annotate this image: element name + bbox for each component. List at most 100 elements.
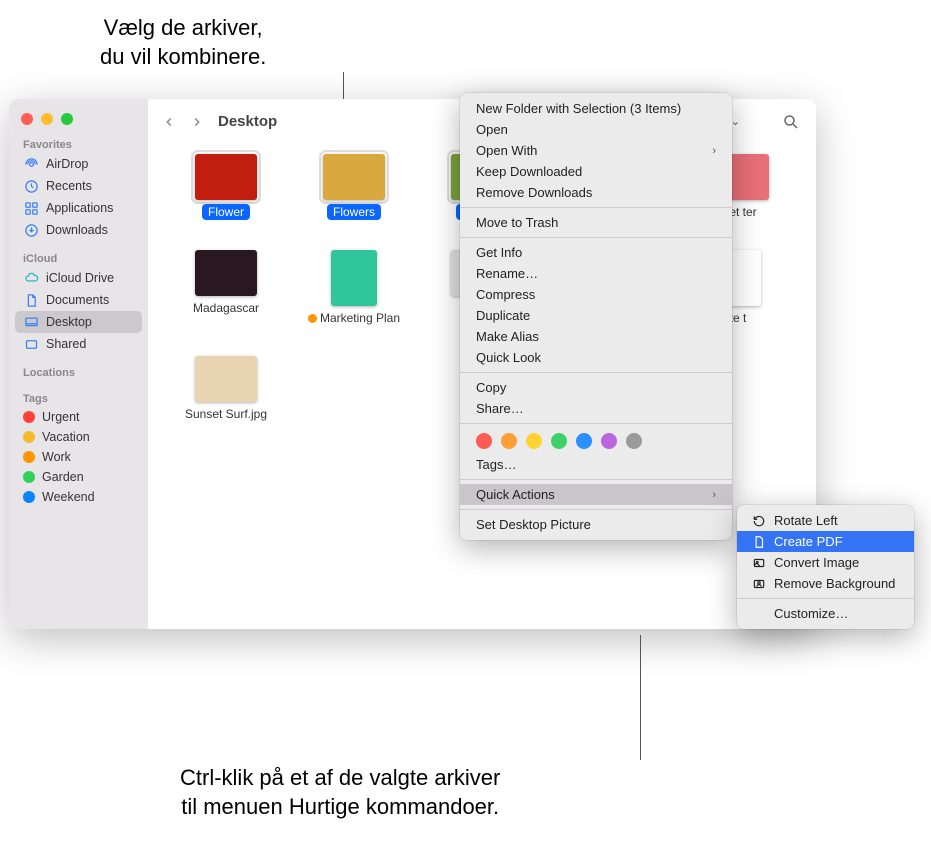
menu-label: Rename… (476, 266, 538, 281)
submenu-item-remove-background[interactable]: Remove Background (737, 573, 914, 594)
rotate-icon (751, 513, 766, 528)
zoom-button[interactable] (61, 113, 73, 125)
chevron-down-icon: ⌄ (731, 115, 740, 128)
sidebar-tag-weekend[interactable]: Weekend (9, 487, 148, 507)
file-item[interactable]: Flower (162, 154, 290, 220)
tag-color-green[interactable] (551, 433, 567, 449)
menu-item-copy[interactable]: Copy (460, 377, 732, 398)
sidebar-item-desktop[interactable]: Desktop (15, 311, 142, 333)
menu-divider (460, 207, 732, 208)
tag-dot-icon (23, 471, 35, 483)
menu-item-get-info[interactable]: Get Info (460, 242, 732, 263)
menu-item-remove-downloads[interactable]: Remove Downloads (460, 182, 732, 203)
sidebar-label: Applications (46, 201, 113, 215)
menu-divider (460, 372, 732, 373)
submenu-item-customize[interactable]: Customize… (737, 603, 914, 624)
sidebar-label: Documents (46, 293, 109, 307)
tag-color-red[interactable] (476, 433, 492, 449)
callout-bottom-text: Ctrl-klik på et af de valgte arkiver til… (180, 765, 500, 819)
sidebar-label: Vacation (42, 430, 90, 444)
menu-item-share[interactable]: Share… (460, 398, 732, 419)
menu-item-rename[interactable]: Rename… (460, 263, 732, 284)
close-button[interactable] (21, 113, 33, 125)
sidebar-tag-garden[interactable]: Garden (9, 467, 148, 487)
search-button[interactable] (776, 109, 806, 135)
shared-icon (23, 336, 39, 352)
sidebar-item-airdrop[interactable]: AirDrop (9, 153, 148, 175)
menu-divider (460, 423, 732, 424)
tag-color-purple[interactable] (601, 433, 617, 449)
sidebar-tag-vacation[interactable]: Vacation (9, 427, 148, 447)
sidebar-tag-work[interactable]: Work (9, 447, 148, 467)
callout-line-bottom (640, 635, 641, 760)
menu-item-trash[interactable]: Move to Trash (460, 212, 732, 233)
file-item[interactable]: Madagascar (162, 250, 290, 326)
removebg-icon (751, 576, 766, 591)
quick-actions-submenu: Rotate Left Create PDF Convert Image Rem… (737, 505, 914, 629)
menu-label: Open With (476, 143, 537, 158)
file-item[interactable]: Flowers (290, 154, 418, 220)
sidebar-item-applications[interactable]: Applications (9, 197, 148, 219)
tag-color-row (460, 428, 732, 454)
locations-title: Locations (9, 363, 148, 381)
menu-item-open-with[interactable]: Open With› (460, 140, 732, 161)
menu-item-new-folder[interactable]: New Folder with Selection (3 Items) (460, 98, 732, 119)
file-thumbnail (323, 154, 385, 200)
file-label: Madagascar (187, 300, 265, 316)
menu-item-set-desktop[interactable]: Set Desktop Picture (460, 514, 732, 535)
callout-top: Vælg de arkiver, du vil kombinere. (100, 14, 266, 71)
sidebar: Favorites AirDrop Recents Applications D… (9, 99, 148, 629)
tag-color-gray[interactable] (626, 433, 642, 449)
sidebar-item-shared[interactable]: Shared (9, 333, 148, 355)
menu-label: Copy (476, 380, 506, 395)
file-label: Flower (202, 204, 250, 220)
menu-item-tags[interactable]: Tags… (460, 454, 732, 475)
sidebar-item-downloads[interactable]: Downloads (9, 219, 148, 241)
spacer-icon (751, 606, 766, 621)
convert-icon (751, 555, 766, 570)
menu-item-quick-look[interactable]: Quick Look (460, 347, 732, 368)
menu-label: Tags… (476, 457, 516, 472)
menu-item-open[interactable]: Open (460, 119, 732, 140)
tag-color-yellow[interactable] (526, 433, 542, 449)
pdf-icon (751, 534, 766, 549)
window-title: Desktop (218, 113, 277, 130)
tag-dot-icon (23, 491, 35, 503)
menu-label: Remove Downloads (476, 185, 592, 200)
sidebar-item-documents[interactable]: Documents (9, 289, 148, 311)
file-thumbnail (195, 154, 257, 200)
menu-item-keep-downloaded[interactable]: Keep Downloaded (460, 161, 732, 182)
tag-dot-icon (23, 451, 35, 463)
file-item[interactable]: Marketing Plan (290, 250, 418, 326)
menu-item-duplicate[interactable]: Duplicate (460, 305, 732, 326)
menu-divider (460, 479, 732, 480)
menu-divider (737, 598, 914, 599)
chevron-right-icon: › (712, 489, 716, 501)
tag-color-blue[interactable] (576, 433, 592, 449)
sidebar-item-icloud-drive[interactable]: iCloud Drive (9, 267, 148, 289)
file-item[interactable]: Sunset Surf.jpg (162, 356, 290, 422)
menu-label: Compress (476, 287, 535, 302)
submenu-item-convert-image[interactable]: Convert Image (737, 552, 914, 573)
sidebar-tag-urgent[interactable]: Urgent (9, 407, 148, 427)
submenu-label: Customize… (774, 606, 848, 621)
file-label: Marketing Plan (302, 310, 406, 326)
back-button[interactable] (158, 111, 180, 133)
doc-icon (23, 292, 39, 308)
tag-dot-icon (23, 411, 35, 423)
menu-divider (460, 509, 732, 510)
file-thumbnail (195, 250, 257, 296)
menu-item-quick-actions[interactable]: Quick Actions› (460, 484, 732, 505)
menu-item-make-alias[interactable]: Make Alias (460, 326, 732, 347)
forward-button[interactable] (186, 111, 208, 133)
sidebar-label: Shared (46, 337, 86, 351)
submenu-item-rotate-left[interactable]: Rotate Left (737, 510, 914, 531)
submenu-item-create-pdf[interactable]: Create PDF (737, 531, 914, 552)
tag-color-orange[interactable] (501, 433, 517, 449)
sidebar-item-recents[interactable]: Recents (9, 175, 148, 197)
minimize-button[interactable] (41, 113, 53, 125)
tag-dot-icon (23, 431, 35, 443)
menu-item-compress[interactable]: Compress (460, 284, 732, 305)
submenu-label: Convert Image (774, 555, 859, 570)
traffic-lights (9, 107, 148, 135)
